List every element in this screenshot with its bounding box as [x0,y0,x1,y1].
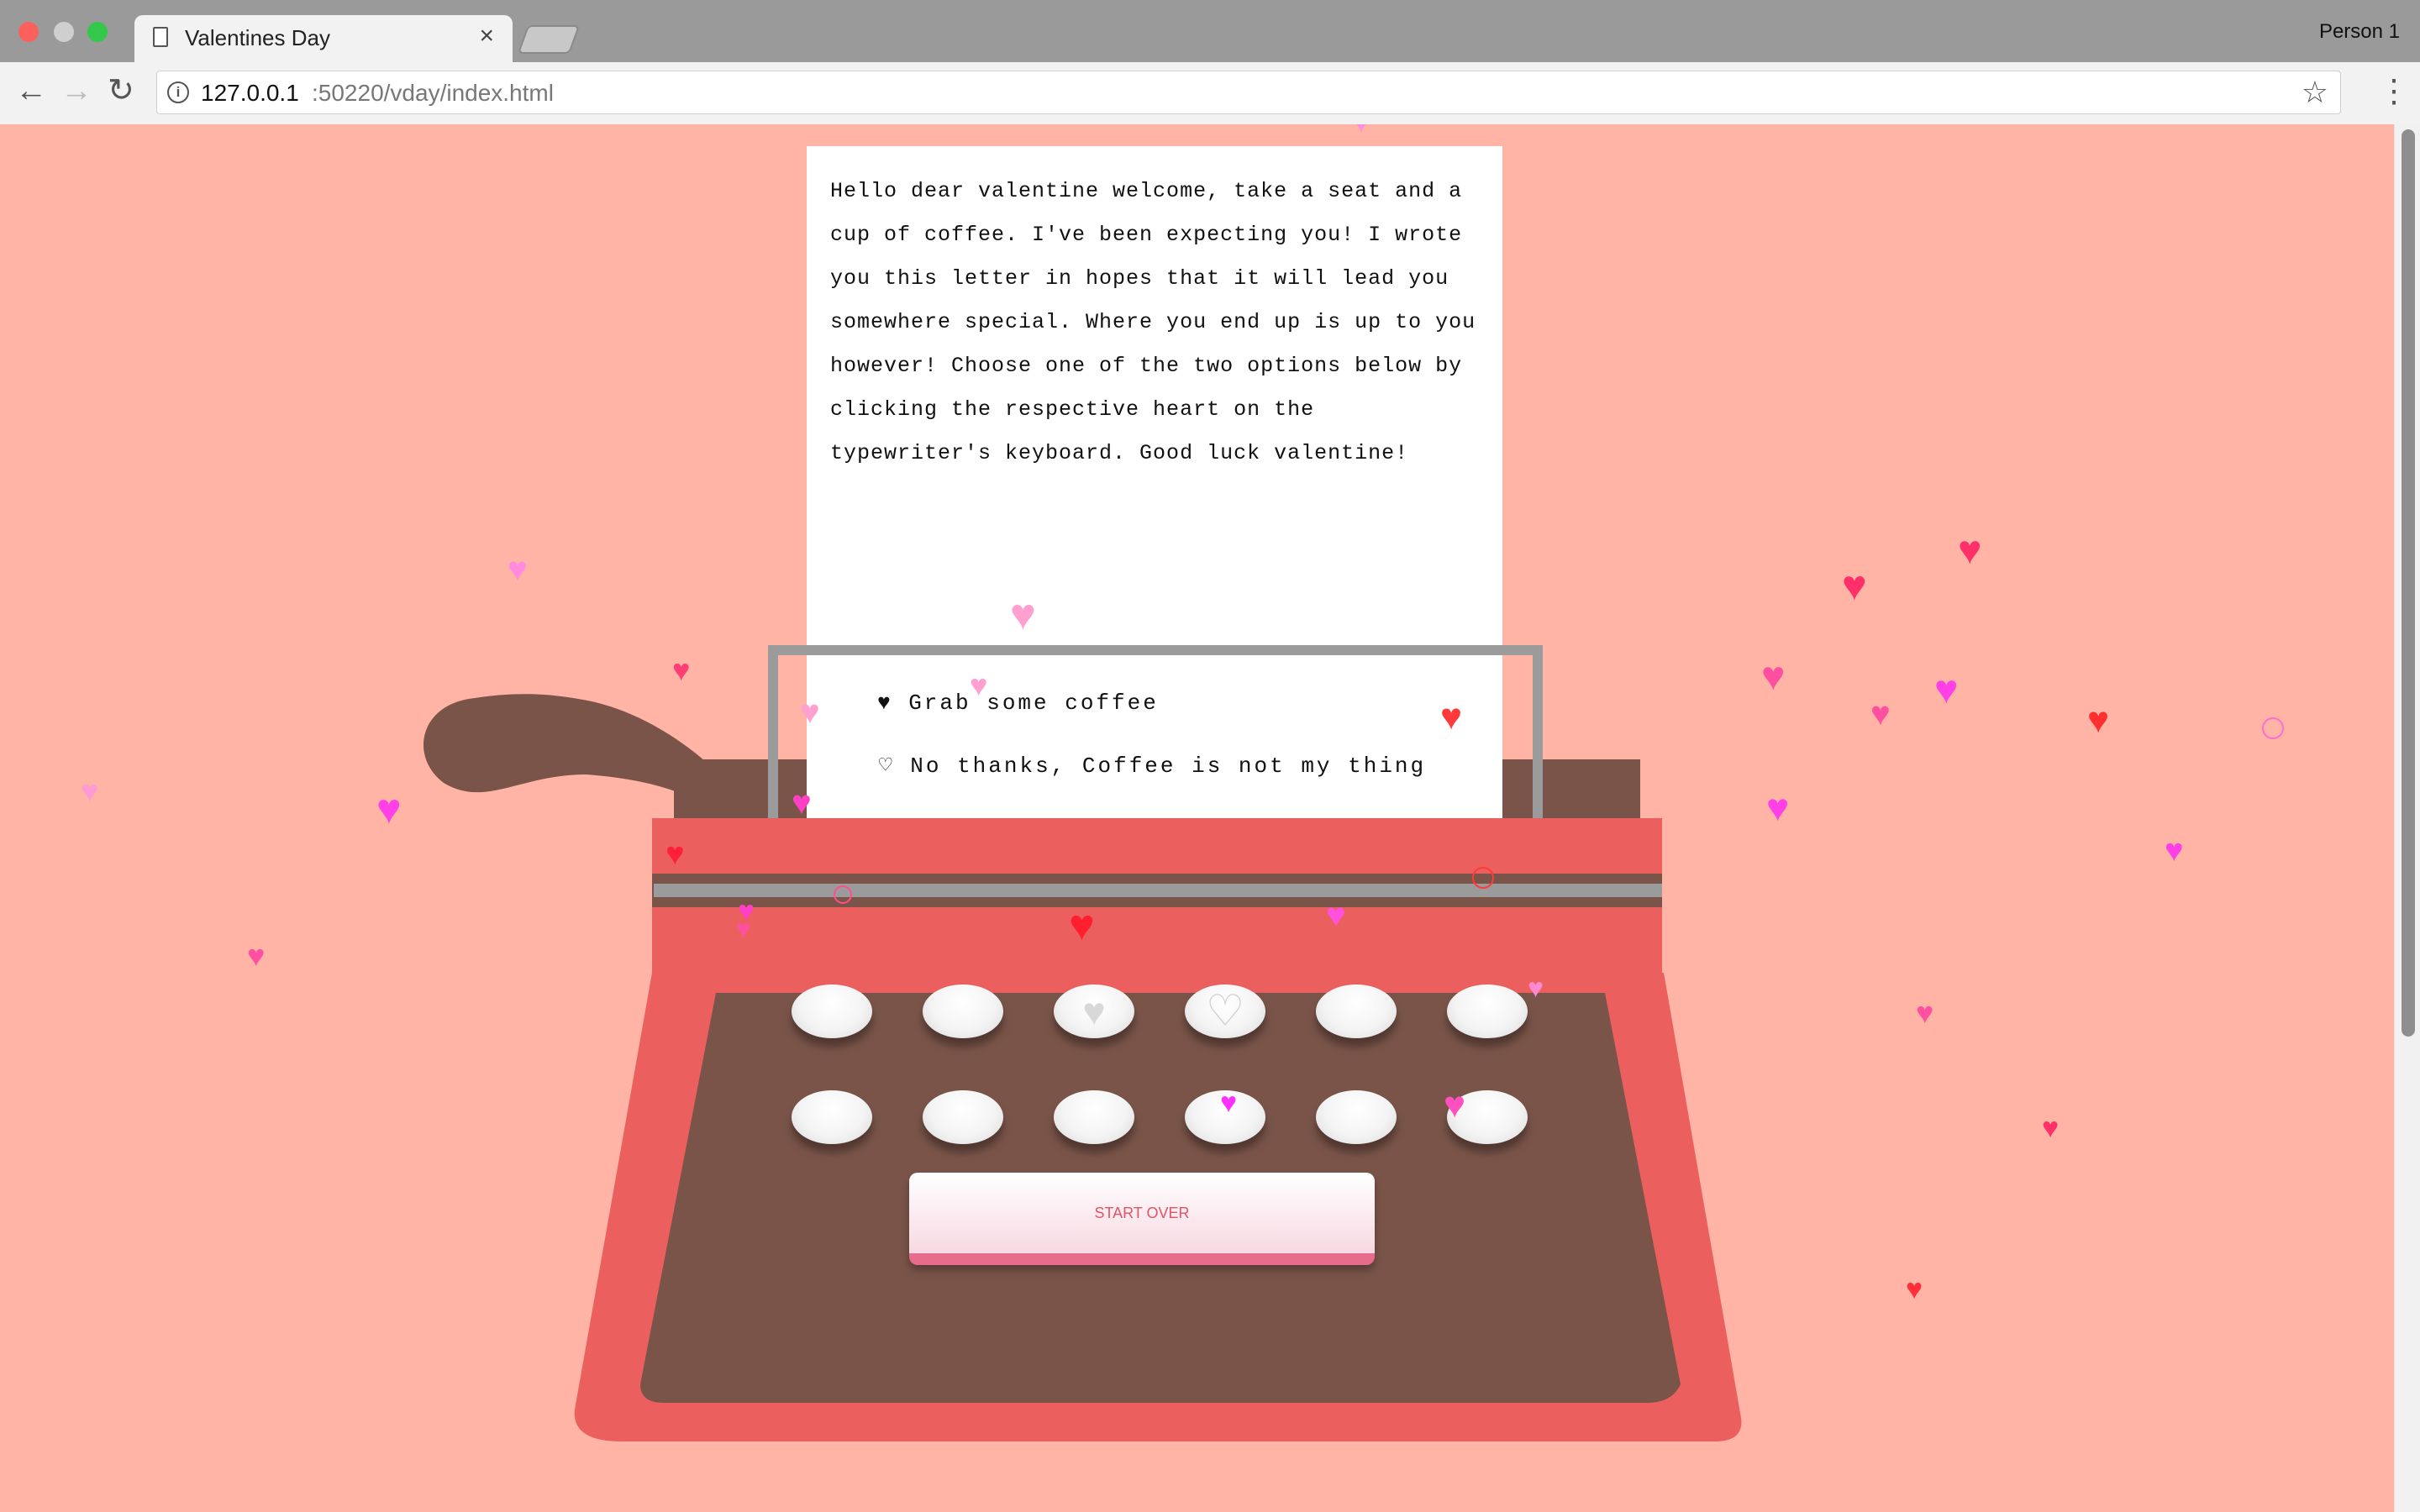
floating-heart-icon: ♥ [1010,591,1036,639]
floating-heart-icon: ♥ [1220,1087,1238,1119]
browser-menu-icon[interactable]: ⋮ [2378,72,2410,110]
outline-heart-icon: ♡ [1205,987,1245,1036]
paper-guide-frame [768,645,1543,847]
floating-ring [834,885,852,904]
bookmark-star-icon[interactable]: ☆ [2302,75,2328,110]
page-scrollbar[interactable] [2394,124,2420,1512]
tab-valentines-day[interactable]: Valentines Day × [134,15,513,62]
floating-heart-icon: ♥ [1444,1084,1466,1126]
floating-heart-icon: ♥ [81,774,99,808]
page-icon [153,27,168,47]
scrollbar-thumb[interactable] [2402,129,2415,1037]
typewriter-key[interactable] [1054,1090,1134,1144]
floating-heart-icon: ♥ [1440,696,1463,738]
floating-heart-icon: ♥ [376,785,402,832]
floating-heart-icon: ♥ [2165,833,2184,869]
reload-icon[interactable]: ↻ [108,74,134,108]
floating-heart-icon: ♥ [1934,668,1959,712]
floating-heart-icon: ♥ [800,694,820,731]
typewriter-key[interactable] [923,984,1003,1038]
option-no-thanks: ♡ No thanks, Coffee is not my thing [879,753,1427,779]
no-heart-key[interactable]: ♡ [1185,984,1265,1038]
typewriter-rail-bar [654,884,1662,897]
floating-heart-icon: ♥ [672,653,691,687]
filled-heart-icon: ♥ [1082,990,1106,1033]
forward-icon[interactable]: → [60,74,92,108]
tab-title: Valentines Day [185,25,330,50]
floating-heart-icon: ♥ [1916,995,1934,1030]
tab-close-icon[interactable]: × [479,22,494,50]
browser-toolbar: ← → ↻ i 127.0.0.1 :50220/vday/index.html… [0,62,2420,125]
minimize-window-button[interactable] [54,22,74,42]
floating-heart-icon: ♥ [1351,124,1371,138]
floating-heart-icon: ♥ [508,551,528,588]
page-viewport: Hello dear valentine welcome, take a sea… [0,124,2420,1512]
floating-heart-icon: ♥ [2087,700,2110,741]
floating-ring [1472,867,1494,889]
floating-heart-icon: ♥ [1870,696,1891,732]
typewriter-key[interactable] [1316,1090,1397,1144]
floating-heart-icon: ♥ [666,837,685,872]
zoom-window-button[interactable] [87,22,108,42]
floating-heart-icon: ♥ [1958,528,1982,573]
typewriter-key[interactable] [1447,984,1528,1038]
floating-heart-icon: ♥ [1326,897,1346,934]
floating-heart-icon: ♥ [1761,654,1786,699]
floating-heart-icon: ♥ [970,668,988,702]
typewriter-key[interactable] [792,1090,872,1144]
url-path: :50220/vday/index.html [312,80,554,106]
typewriter-key[interactable] [792,984,872,1038]
floating-heart-icon: ♥ [2042,1112,2060,1144]
close-window-button[interactable] [18,22,39,42]
floating-heart-icon: ♥ [1906,1273,1923,1305]
url-host: 127.0.0.1 [201,80,299,106]
floating-ring [2262,717,2284,739]
typewriter-key[interactable] [923,1090,1003,1144]
floating-heart-icon: ♥ [1842,562,1867,609]
floating-heart-icon: ♥ [1528,973,1544,1003]
floating-heart-icon: ♥ [1766,785,1790,829]
floating-heart-icon: ♥ [736,916,751,943]
info-icon[interactable]: i [167,81,189,103]
profile-button[interactable]: Person 1 [2319,20,2400,44]
floating-heart-icon: ♥ [247,938,266,973]
letter-text: Hello dear valentine welcome, take a sea… [830,179,1476,465]
floating-heart-icon: ♥ [1069,901,1095,950]
back-icon[interactable]: ← [15,74,47,108]
new-tab-button[interactable] [517,25,581,54]
address-bar[interactable]: i 127.0.0.1 :50220/vday/index.html ☆ [156,71,2341,114]
typewriter-key[interactable] [1316,984,1397,1038]
option-grab-coffee: ♥ Grab some coffee [877,690,1159,716]
browser-tab-strip: Valentines Day × Person 1 [0,0,2420,62]
floating-heart-icon: ♥ [792,785,812,822]
start-over-button[interactable]: START OVER [909,1173,1375,1265]
yes-heart-key[interactable]: ♥ [1054,984,1134,1038]
